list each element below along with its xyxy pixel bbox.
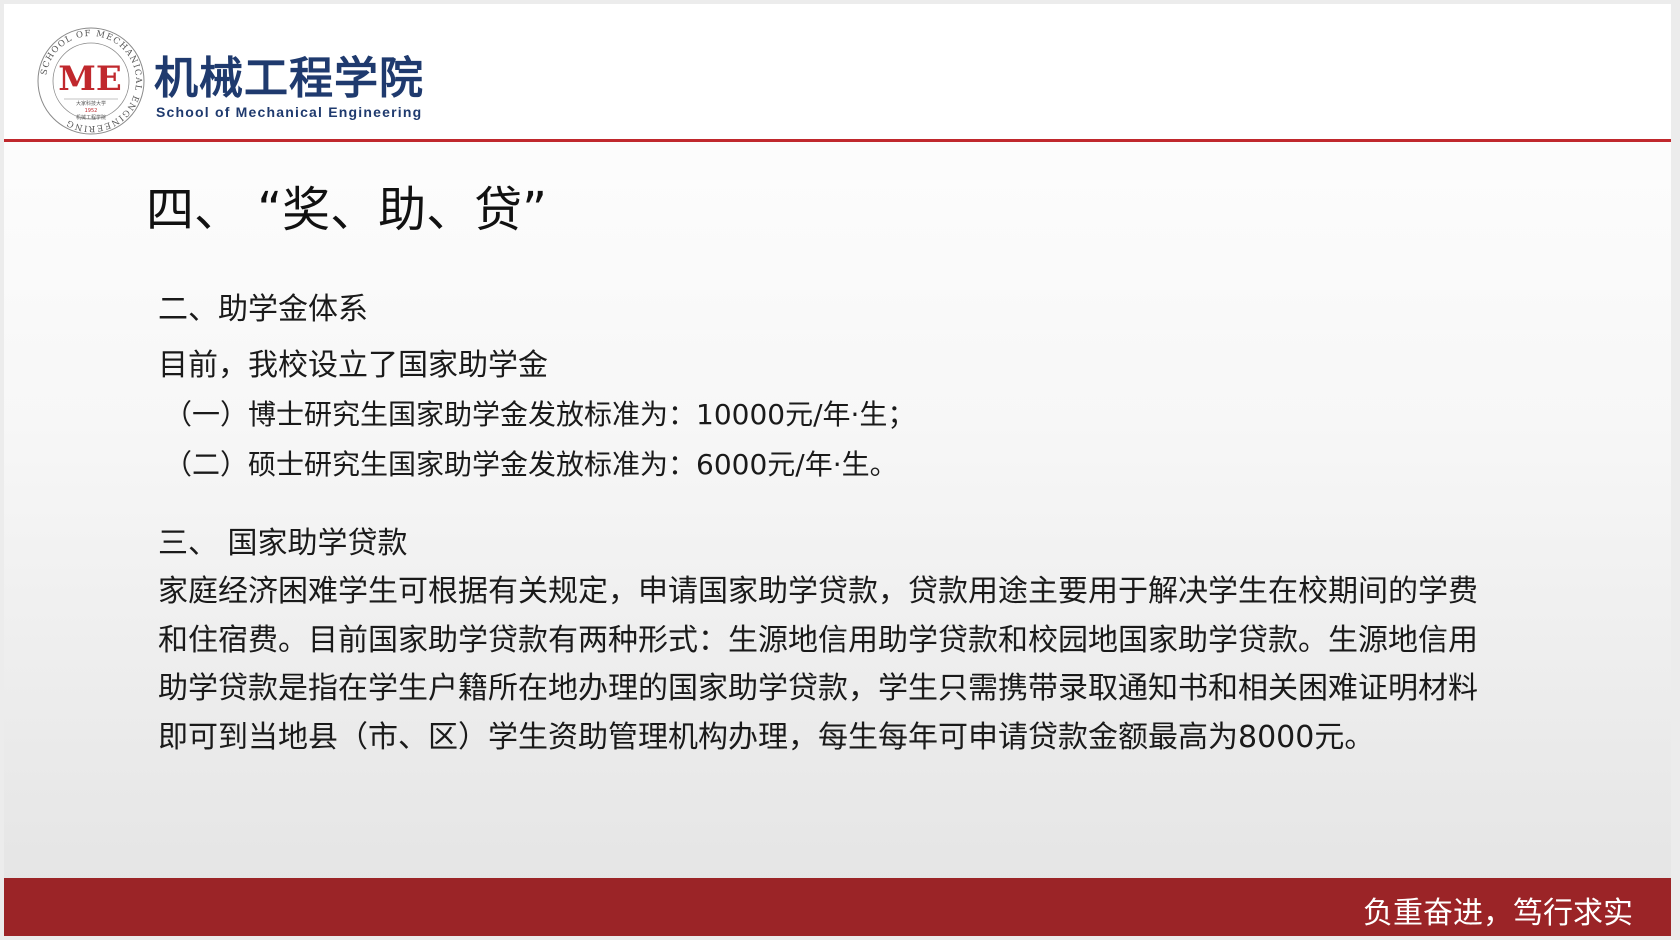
section-heading-grants: 二、助学金体系	[158, 292, 368, 327]
slide: SCHOOL OF MECHANICAL ENGINEERING ME 大家科技…	[4, 4, 1671, 936]
footer-motto: 负重奋进，笃行求实	[1363, 896, 1633, 931]
school-name-cn: 机械工程学院	[154, 53, 424, 104]
svg-text:机械工程学院: 机械工程学院	[76, 114, 106, 121]
grants-intro: 目前，我校设立了国家助学金	[158, 348, 548, 383]
svg-text:1952: 1952	[85, 108, 98, 114]
logo-me-mark: ME	[58, 59, 122, 99]
footer-bar: 负重奋进，笃行求实	[4, 878, 1671, 936]
grant-item-phd: （一）博士研究生国家助学金发放标准为：10000元/年·生；	[164, 398, 916, 431]
loans-paragraph: 家庭经济困难学生可根据有关规定，申请国家助学贷款，贷款用途主要用于解决学生在校期…	[158, 574, 1478, 755]
slide-content: 二、助学金体系 目前，我校设立了国家助学金 （一）博士研究生国家助学金发放标准为…	[158, 286, 1478, 762]
slide-title: 四、 “奖、助、贷”	[146, 182, 547, 238]
header-divider	[4, 139, 1671, 142]
slide-header: SCHOOL OF MECHANICAL ENGINEERING ME 大家科技…	[4, 4, 1671, 140]
grant-item-master: （二）硕士研究生国家助学金发放标准为：6000元/年·生。	[164, 448, 898, 481]
section-heading-loans: 三、 国家助学贷款	[158, 526, 408, 561]
school-name-en: School of Mechanical Engineering	[156, 104, 423, 120]
svg-text:大家科技大学: 大家科技大学	[76, 100, 106, 107]
school-seal-logo: SCHOOL OF MECHANICAL ENGINEERING ME 大家科技…	[37, 27, 145, 135]
